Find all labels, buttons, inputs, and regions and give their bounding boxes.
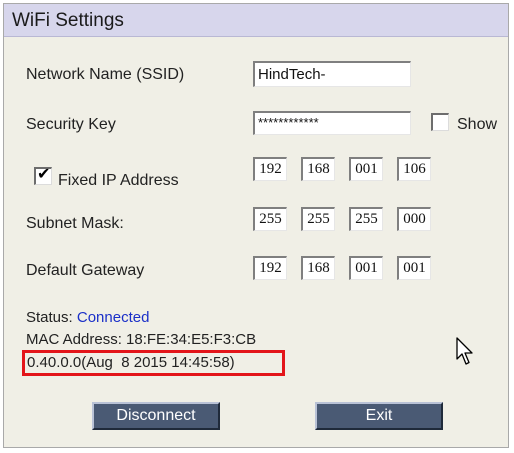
firmware-version: 0.40.0.0(Aug 8 2015 14:45:58) bbox=[27, 354, 235, 371]
subnet-mask-label: Subnet Mask: bbox=[26, 215, 124, 232]
show-key-label: Show bbox=[457, 116, 498, 133]
fixed-ip-checkbox[interactable]: ✔ bbox=[34, 167, 52, 185]
mac-address: MAC Address: 18:FE:34:E5:F3:CB bbox=[26, 331, 257, 348]
status-value: Connected bbox=[76, 309, 150, 326]
title-bar: WiFi Settings bbox=[4, 4, 508, 37]
ip-octet-2[interactable]: 168 bbox=[301, 157, 335, 181]
subnet-octet-2[interactable]: 255 bbox=[301, 207, 335, 231]
checkmark-icon: ✔ bbox=[37, 166, 51, 183]
fixed-ip-label: Fixed IP Address bbox=[58, 172, 179, 189]
subnet-octet-3[interactable]: 255 bbox=[349, 207, 383, 231]
gateway-octet-1[interactable]: 192 bbox=[253, 256, 287, 280]
gateway-octet-4[interactable]: 001 bbox=[397, 256, 431, 280]
default-gateway-label: Default Gateway bbox=[26, 262, 145, 279]
mouse-cursor-icon bbox=[456, 337, 473, 365]
ip-octet-1[interactable]: 192 bbox=[253, 157, 287, 181]
show-key-checkbox[interactable] bbox=[431, 113, 449, 131]
wifi-settings-window: WiFi Settings Network Name (SSID) Securi… bbox=[3, 3, 509, 448]
subnet-octet-4[interactable]: 000 bbox=[397, 207, 431, 231]
status-label: Status: bbox=[26, 309, 73, 326]
disconnect-button[interactable]: Disconnect bbox=[92, 402, 220, 430]
exit-button[interactable]: Exit bbox=[315, 402, 443, 430]
ip-octet-3[interactable]: 001 bbox=[349, 157, 383, 181]
ssid-input[interactable] bbox=[253, 61, 411, 87]
security-key-input[interactable]: ************ bbox=[253, 111, 411, 135]
subnet-octet-1[interactable]: 255 bbox=[253, 207, 287, 231]
gateway-octet-3[interactable]: 001 bbox=[349, 256, 383, 280]
window-title: WiFi Settings bbox=[12, 10, 124, 31]
ip-octet-4[interactable]: 106 bbox=[397, 157, 431, 181]
status-line: Status: Connected bbox=[26, 309, 149, 326]
ssid-label: Network Name (SSID) bbox=[26, 66, 185, 83]
security-key-label: Security Key bbox=[26, 116, 116, 133]
gateway-octet-2[interactable]: 168 bbox=[301, 256, 335, 280]
